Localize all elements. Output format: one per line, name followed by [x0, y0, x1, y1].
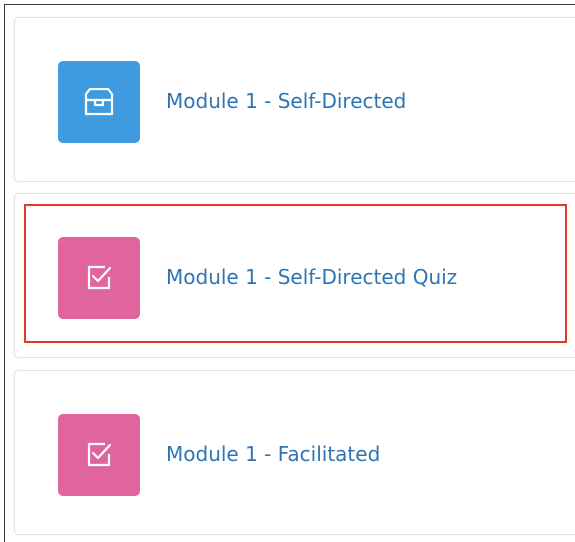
- box-icon: [84, 88, 114, 116]
- module-icon-tile: [58, 414, 140, 496]
- checkbox-icon: [87, 265, 112, 290]
- module-card-self-directed-quiz[interactable]: Module 1 - Self-Directed Quiz: [14, 193, 575, 358]
- module-card-facilitated[interactable]: Module 1 - Facilitated: [14, 370, 575, 535]
- module-icon-tile: [58, 61, 140, 143]
- module-card-self-directed[interactable]: Module 1 - Self-Directed: [14, 17, 575, 182]
- module-link-title[interactable]: Module 1 - Self-Directed Quiz: [166, 264, 457, 290]
- checkbox-icon: [87, 442, 112, 467]
- module-icon-tile: [58, 237, 140, 319]
- module-link-title[interactable]: Module 1 - Self-Directed: [166, 88, 406, 114]
- module-link-title[interactable]: Module 1 - Facilitated: [166, 441, 380, 467]
